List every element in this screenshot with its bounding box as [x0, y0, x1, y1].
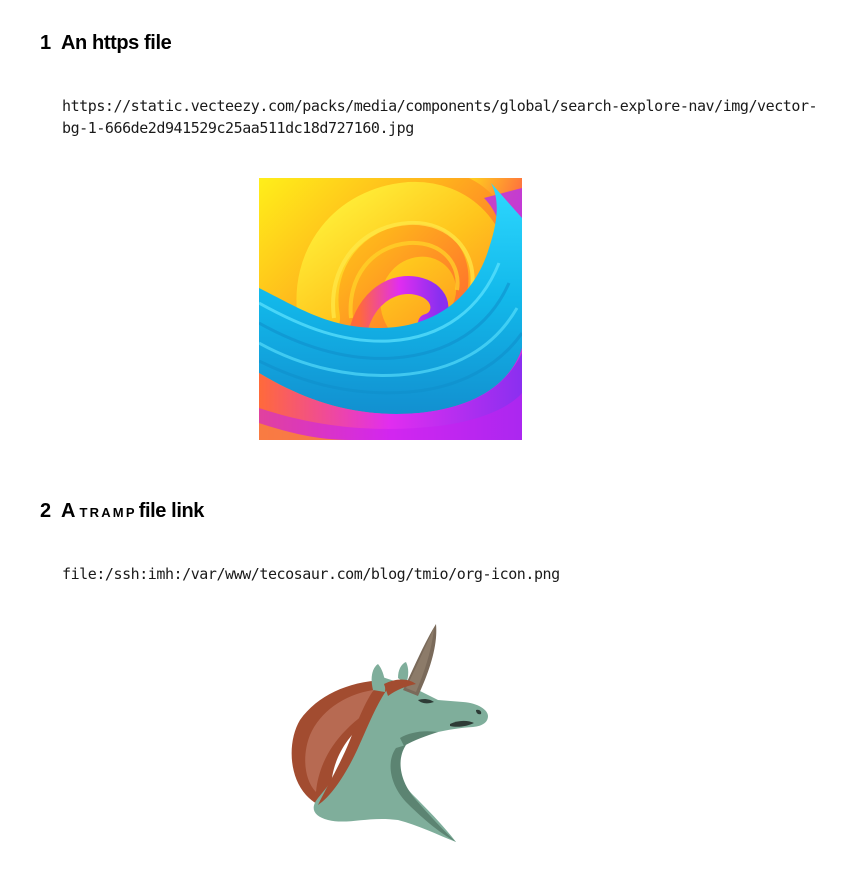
section-1-url-line-1[interactable]: https://static.vecteezy.com/packs/media/… [62, 95, 818, 117]
swirl-gradient-image [259, 178, 522, 440]
section-2-title-suffix: file link [138, 500, 205, 522]
section-2-number: 2 [40, 500, 51, 522]
section-1-title: An https file [61, 32, 172, 54]
section-1-number: 1 [40, 32, 51, 54]
section-2-title-tramp: TRAMP [79, 505, 137, 520]
section-2-title-prefix: A [61, 500, 75, 522]
org-mode-unicorn-icon [288, 620, 493, 845]
section-1-heading: 1 An https file [40, 31, 172, 55]
section-2-heading: 2A TRAMP file link [40, 499, 204, 525]
section-2-url[interactable]: file:/ssh:imh:/var/www/tecosaur.com/blog… [62, 563, 560, 585]
section-1-url-line-2[interactable]: bg-1-666de2d941529c25aa511dc18d727160.jp… [62, 117, 414, 139]
